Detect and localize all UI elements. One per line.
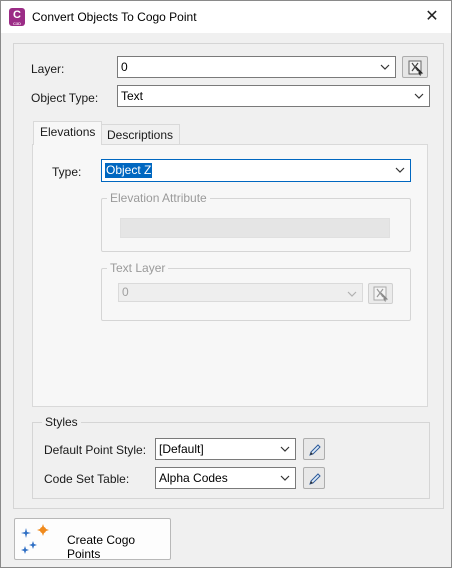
text-layer-dropdown: 0 xyxy=(118,283,363,302)
elevation-attribute-field xyxy=(120,218,390,238)
tab-descriptions[interactable]: Descriptions xyxy=(100,124,181,146)
chevron-down-icon xyxy=(347,291,357,297)
code-set-table-dropdown[interactable]: Alpha Codes xyxy=(155,467,296,489)
code-set-table-label: Code Set Table: xyxy=(44,472,130,486)
text-layer-value: 0 xyxy=(122,285,129,299)
default-point-style-dropdown[interactable]: [Default] xyxy=(155,438,296,460)
edit-code-set-button[interactable] xyxy=(303,467,325,489)
close-icon: ✕ xyxy=(425,8,439,25)
select-text-layer-button xyxy=(368,283,393,304)
close-button[interactable]: ✕ xyxy=(419,5,445,29)
tab-elevations[interactable]: Elevations xyxy=(33,121,103,145)
chevron-down-icon xyxy=(413,86,425,106)
object-type-label: Object Type: xyxy=(31,91,99,105)
elevation-type-dropdown[interactable]: Object Z xyxy=(101,159,411,182)
chevron-down-icon xyxy=(394,160,406,181)
chevron-down-icon xyxy=(279,439,291,459)
title-bar: C C3D Convert Objects To Cogo Point ✕ xyxy=(1,1,451,33)
elevation-type-label: Type: xyxy=(52,165,82,179)
select-layer-button[interactable] xyxy=(402,56,428,78)
text-layer-title: Text Layer xyxy=(107,261,169,275)
select-object-icon xyxy=(408,60,424,76)
select-object-icon xyxy=(373,286,389,302)
layer-dropdown[interactable]: 0 xyxy=(117,56,396,78)
dialog-window: C C3D Convert Objects To Cogo Point ✕ La… xyxy=(0,0,452,568)
create-points-icon xyxy=(21,524,49,554)
edit-point-style-button[interactable] xyxy=(303,438,325,460)
chevron-down-icon xyxy=(379,57,391,77)
elevation-type-value: Object Z xyxy=(105,163,153,178)
app-icon: C C3D xyxy=(9,8,25,26)
elevation-attribute-title: Elevation Attribute xyxy=(107,191,210,205)
create-cogo-points-label: Create Cogo Points xyxy=(67,533,136,561)
layer-label: Layer: xyxy=(31,62,65,76)
edit-pencil-icon xyxy=(309,444,321,456)
app-icon-sub: C3D xyxy=(12,21,21,26)
window-title: Convert Objects To Cogo Point xyxy=(32,10,197,24)
create-cogo-points-button[interactable]: Create Cogo Points xyxy=(14,518,171,561)
code-set-table-value: Alpha Codes xyxy=(159,471,228,485)
object-type-value: Text xyxy=(121,89,144,103)
default-point-style-value: [Default] xyxy=(159,442,204,456)
layer-value: 0 xyxy=(121,60,128,74)
object-type-dropdown[interactable]: Text xyxy=(117,85,430,107)
chevron-down-icon xyxy=(279,468,291,488)
edit-pencil-icon xyxy=(309,473,321,485)
app-icon-letter: C xyxy=(13,9,21,21)
styles-title: Styles xyxy=(42,415,81,429)
default-point-style-label: Default Point Style: xyxy=(44,443,147,457)
